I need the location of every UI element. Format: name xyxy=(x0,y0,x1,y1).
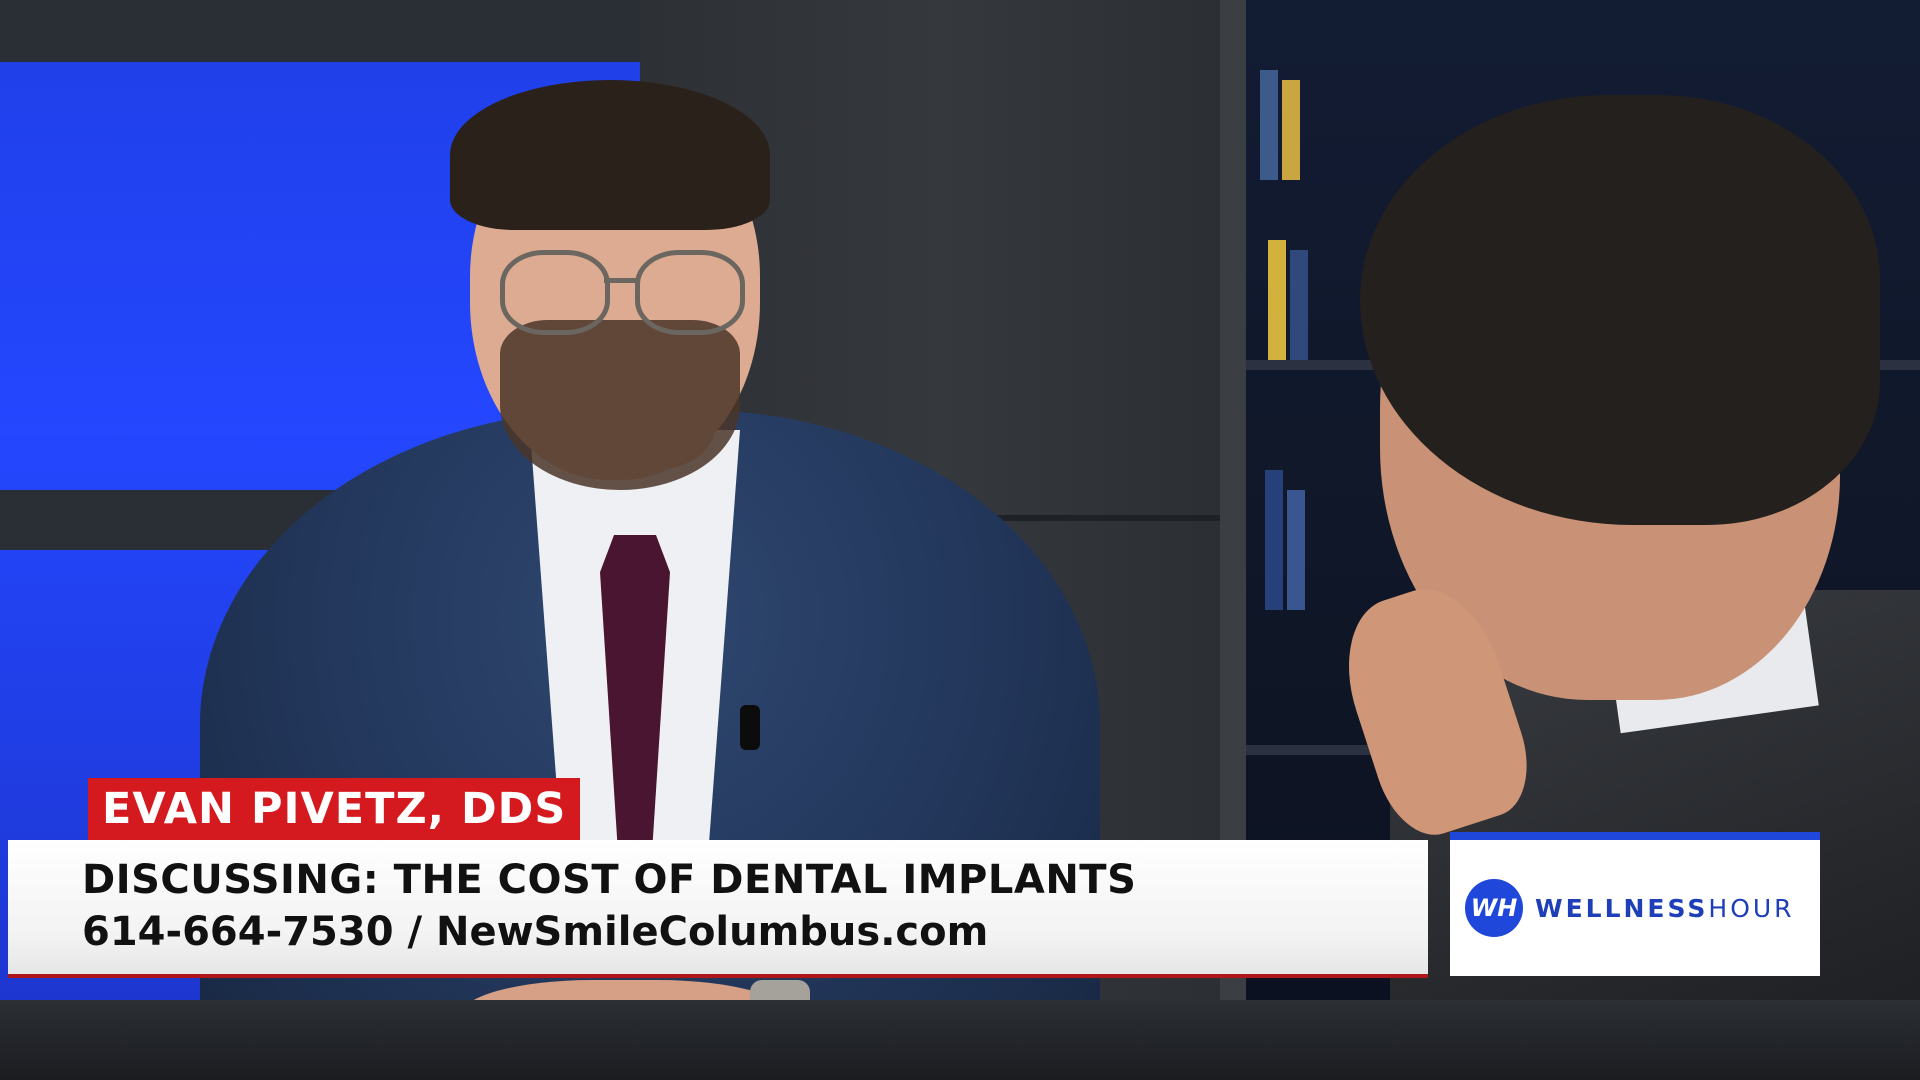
guest-beard xyxy=(500,320,740,490)
logo-mark-text: WH xyxy=(1470,894,1518,922)
glasses-bridge xyxy=(604,278,637,283)
glasses-lens-left xyxy=(500,250,610,335)
topic-line: DISCUSSING: THE COST OF DENTAL IMPLANTS xyxy=(82,857,1137,903)
wh-logo-icon: WH xyxy=(1465,879,1523,937)
book xyxy=(1282,80,1300,180)
guest-name-tag: EVAN PIVETZ, DDS xyxy=(88,778,581,840)
logo-word-wellness: WELLNESS xyxy=(1535,893,1709,923)
book xyxy=(1290,250,1308,360)
book xyxy=(1260,70,1278,180)
book xyxy=(1265,470,1283,610)
book xyxy=(1287,490,1305,610)
logo-word-hour: HOUR xyxy=(1708,893,1795,923)
lower-third-bar: DISCUSSING: THE COST OF DENTAL IMPLANTS … xyxy=(8,840,1428,978)
lapel-microphone xyxy=(740,705,760,750)
contact-line: 614-664-7530 / NewSmileColumbus.com xyxy=(82,909,989,955)
desk xyxy=(0,1000,1920,1080)
glasses-lens-right xyxy=(635,250,745,335)
guest-hair xyxy=(450,80,770,230)
guest-name: EVAN PIVETZ, DDS xyxy=(102,783,567,834)
wellness-hour-logo: WH WELLNESS HOUR xyxy=(1450,832,1820,976)
book xyxy=(1268,240,1286,360)
glasses xyxy=(500,250,750,335)
logo-wordmark: WELLNESS HOUR xyxy=(1535,894,1795,923)
backdrop-band-top xyxy=(0,0,660,62)
